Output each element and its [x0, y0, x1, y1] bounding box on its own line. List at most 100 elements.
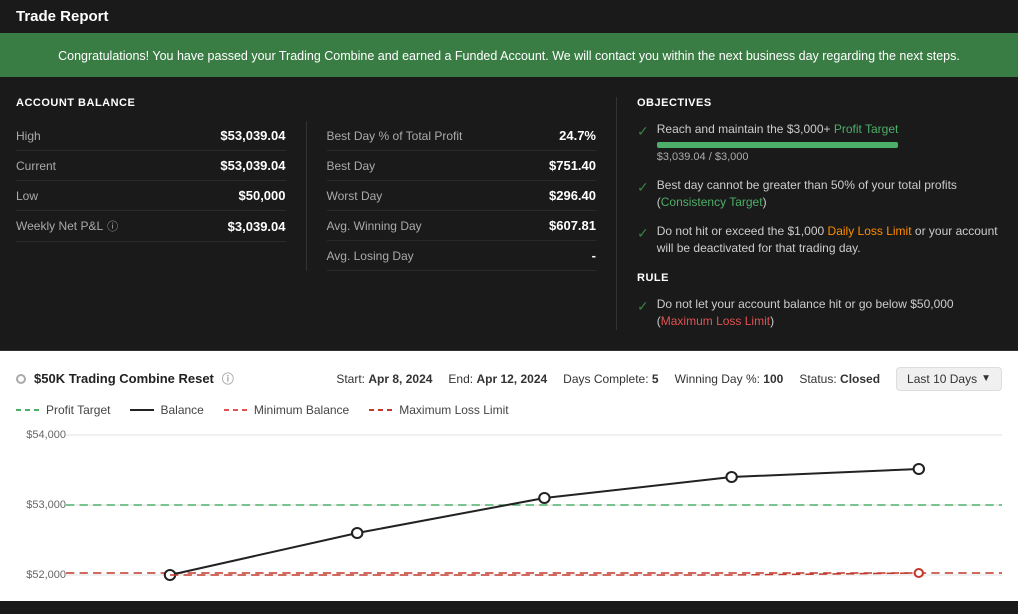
stat-value-weekly-pnl: $3,039.04	[228, 219, 286, 234]
info-icon-weekly[interactable]: ⓘ	[107, 218, 118, 234]
obj-content-2: Best day cannot be greater than 50% of y…	[657, 177, 1002, 211]
chart-start: Start: Apr 8, 2024	[336, 372, 432, 386]
stat-label-high: High	[16, 129, 41, 143]
legend-item-max-loss: Maximum Loss Limit	[369, 403, 508, 417]
chart-dot-indicator	[16, 374, 26, 384]
chart-container: $54,000 $53,000 $52,000	[16, 425, 1002, 585]
stat-label-current: Current	[16, 159, 56, 173]
obj-text-before-1: Reach and maintain the $3,000+	[657, 122, 831, 136]
check-icon-2: ✓	[637, 178, 649, 198]
last-10-days-button[interactable]: Last 10 Days ▼	[896, 367, 1002, 391]
balance-point-1	[352, 528, 362, 538]
page-title: Trade Report	[16, 8, 1002, 25]
stats-grid: High $53,039.04 Current $53,039.04 Low $…	[16, 121, 596, 271]
banner-text: Congratulations! You have passed your Tr…	[58, 49, 960, 63]
right-panel: OBJECTIVES ✓ Reach and maintain the $3,0…	[616, 97, 1002, 330]
legend-line-profit-target	[16, 409, 40, 411]
stat-value-avg-losing: -	[592, 248, 596, 263]
chart-status-value: Closed	[840, 372, 880, 386]
stat-value-high: $53,039.04	[220, 128, 285, 143]
stat-value-best-pct: 24.7%	[559, 128, 596, 143]
objectives-list: ✓ Reach and maintain the $3,000+ Profit …	[637, 121, 1002, 256]
stat-label-best-pct: Best Day % of Total Profit	[327, 129, 463, 143]
objective-item-daily-loss: ✓ Do not hit or exceed the $1,000 Daily …	[637, 223, 1002, 257]
chart-start-label: Start:	[336, 372, 365, 386]
obj-link-2[interactable]: Consistency Target	[661, 195, 763, 209]
chart-info-icon[interactable]: ⓘ	[222, 370, 234, 387]
obj-link-3[interactable]: Daily Loss Limit	[828, 224, 912, 238]
obj-text-2: Best day cannot be greater than 50% of y…	[657, 178, 957, 209]
last-10-label: Last 10 Days	[907, 372, 977, 386]
obj-content-3: Do not hit or exceed the $1,000 Daily Lo…	[657, 223, 1002, 257]
col-divider	[306, 121, 307, 271]
obj-content-1: Reach and maintain the $3,000+ Profit Ta…	[657, 121, 899, 165]
check-icon-rule: ✓	[637, 297, 649, 317]
stat-value-avg-winning: $607.81	[549, 218, 596, 233]
legend-label-max-loss: Maximum Loss Limit	[399, 403, 508, 417]
chart-days-value: 5	[652, 372, 659, 386]
chart-header: $50K Trading Combine Reset ⓘ Start: Apr …	[16, 367, 1002, 391]
rule-text-before: Do not let your account balance hit or g…	[657, 297, 954, 311]
legend-item-balance: Balance	[130, 403, 203, 417]
stat-row-avg-winning: Avg. Winning Day $607.81	[327, 211, 597, 241]
stat-row-best-pct: Best Day % of Total Profit 24.7%	[327, 121, 597, 151]
progress-label: $3,039.04 / $3,000	[657, 150, 899, 165]
main-content: ACCOUNT BALANCE High $53,039.04 Current …	[0, 77, 1018, 351]
chart-end-label: End:	[448, 372, 473, 386]
legend-line-balance	[130, 409, 154, 411]
stat-label-avg-winning: Avg. Winning Day	[327, 219, 422, 233]
stat-row-high: High $53,039.04	[16, 121, 286, 151]
max-loss-point	[915, 569, 923, 577]
legend-label-profit-target: Profit Target	[46, 403, 110, 417]
chart-plot	[66, 425, 1002, 585]
chart-title: $50K Trading Combine Reset	[34, 371, 214, 386]
rule-text: Do not let your account balance hit or g…	[657, 296, 1002, 330]
account-balance-title: ACCOUNT BALANCE	[16, 97, 596, 109]
stat-row-worst-day: Worst Day $296.40	[327, 181, 597, 211]
rule-item: ✓ Do not let your account balance hit or…	[637, 296, 1002, 330]
legend-item-profit-target: Profit Target	[16, 403, 110, 417]
obj-text-before-2: Best day cannot be greater than 50% of y…	[657, 178, 957, 192]
stat-label-worst-day: Worst Day	[327, 189, 383, 203]
check-icon-1: ✓	[637, 122, 649, 142]
chart-winning-value: 100	[763, 372, 783, 386]
obj-text-1: Reach and maintain the $3,000+ Profit Ta…	[657, 122, 899, 136]
obj-text-3: Do not hit or exceed the $1,000 Daily Lo…	[657, 224, 998, 255]
stat-row-current: Current $53,039.04	[16, 151, 286, 181]
objective-item-consistency: ✓ Best day cannot be greater than 50% of…	[637, 177, 1002, 211]
chart-end: End: Apr 12, 2024	[448, 372, 547, 386]
stat-value-best-day: $751.40	[549, 158, 596, 173]
chart-svg	[66, 425, 1002, 585]
y-label-53k: $53,000	[16, 499, 66, 511]
banner: Congratulations! You have passed your Tr…	[0, 35, 1018, 77]
check-icon-3: ✓	[637, 224, 649, 244]
stat-value-current: $53,039.04	[220, 158, 285, 173]
stat-row-weekly-pnl: Weekly Net P&L ⓘ $3,039.04	[16, 211, 286, 242]
stat-value-worst-day: $296.40	[549, 188, 596, 203]
stats-col: Best Day % of Total Profit 24.7% Best Da…	[327, 121, 597, 271]
balance-line	[170, 469, 919, 575]
rule-title: RULE	[637, 272, 1002, 284]
rule-link[interactable]: Maximum Loss Limit	[661, 314, 770, 328]
legend-line-max-loss	[369, 409, 393, 411]
obj-link-1[interactable]: Profit Target	[834, 122, 898, 136]
chart-days-label: Days Complete:	[563, 372, 648, 386]
chart-end-value: Apr 12, 2024	[476, 372, 547, 386]
stat-value-low: $50,000	[239, 188, 286, 203]
stat-row-best-day: Best Day $751.40	[327, 151, 597, 181]
stat-label-best-day: Best Day	[327, 159, 376, 173]
chevron-down-icon: ▼	[981, 373, 991, 384]
stat-label-avg-losing: Avg. Losing Day	[327, 249, 414, 263]
chart-start-value: Apr 8, 2024	[368, 372, 432, 386]
chart-status: Status: Closed	[799, 372, 880, 386]
chart-days: Days Complete: 5	[563, 372, 658, 386]
legend-item-min-balance: Minimum Balance	[224, 403, 349, 417]
objectives-title: OBJECTIVES	[637, 97, 1002, 109]
stat-row-low: Low $50,000	[16, 181, 286, 211]
chart-section: $50K Trading Combine Reset ⓘ Start: Apr …	[0, 351, 1018, 601]
y-label-54k: $54,000	[16, 429, 66, 441]
y-label-52k: $52,000	[16, 569, 66, 581]
chart-winning-label: Winning Day %:	[675, 372, 760, 386]
chart-meta: Start: Apr 8, 2024 End: Apr 12, 2024 Day…	[336, 367, 1002, 391]
account-balance-col: High $53,039.04 Current $53,039.04 Low $…	[16, 121, 286, 271]
